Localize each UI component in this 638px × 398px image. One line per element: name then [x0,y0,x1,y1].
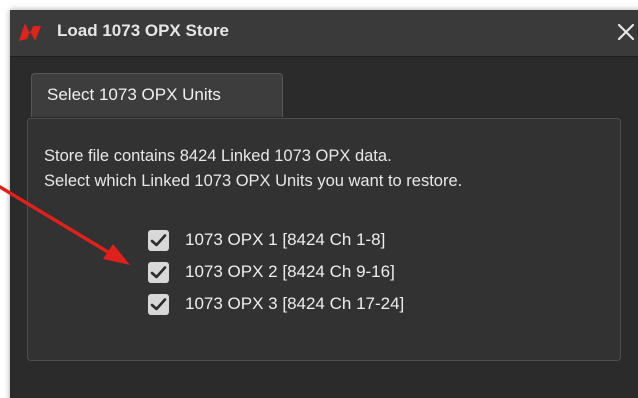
restore-instruction: Select which Linked 1073 OPX Units you w… [44,172,463,190]
checkbox-checked[interactable] [148,230,169,251]
title-bar: Load 1073 OPX Store [10,10,638,57]
store-file-description: Store file contains 8424 Linked 1073 OPX… [44,147,392,165]
unit-label: 1073 OPX 3 [8424 Ch 17-24] [185,294,405,313]
checkmark-icon [150,234,167,247]
unit-label: 1073 OPX 2 [8424 Ch 9-16] [185,262,395,281]
checkmark-icon [150,266,167,279]
units-panel: Store file contains 8424 Linked 1073 OPX… [27,118,621,361]
tab-label: Select 1073 OPX Units [47,85,221,104]
checkbox-checked[interactable] [148,294,169,315]
load-store-dialog: Load 1073 OPX Store Select 1073 OPX Unit… [10,10,638,398]
window-title: Load 1073 OPX Store [57,21,229,40]
checkbox-checked[interactable] [148,262,169,283]
screenshot-stage: Load 1073 OPX Store Select 1073 OPX Unit… [0,0,638,398]
close-icon[interactable] [614,19,638,45]
checkmark-icon [150,298,167,311]
red-n-logo-icon [19,23,41,41]
unit-label: 1073 OPX 1 [8424 Ch 1-8] [185,230,386,249]
tab-select-units[interactable]: Select 1073 OPX Units [31,73,283,117]
